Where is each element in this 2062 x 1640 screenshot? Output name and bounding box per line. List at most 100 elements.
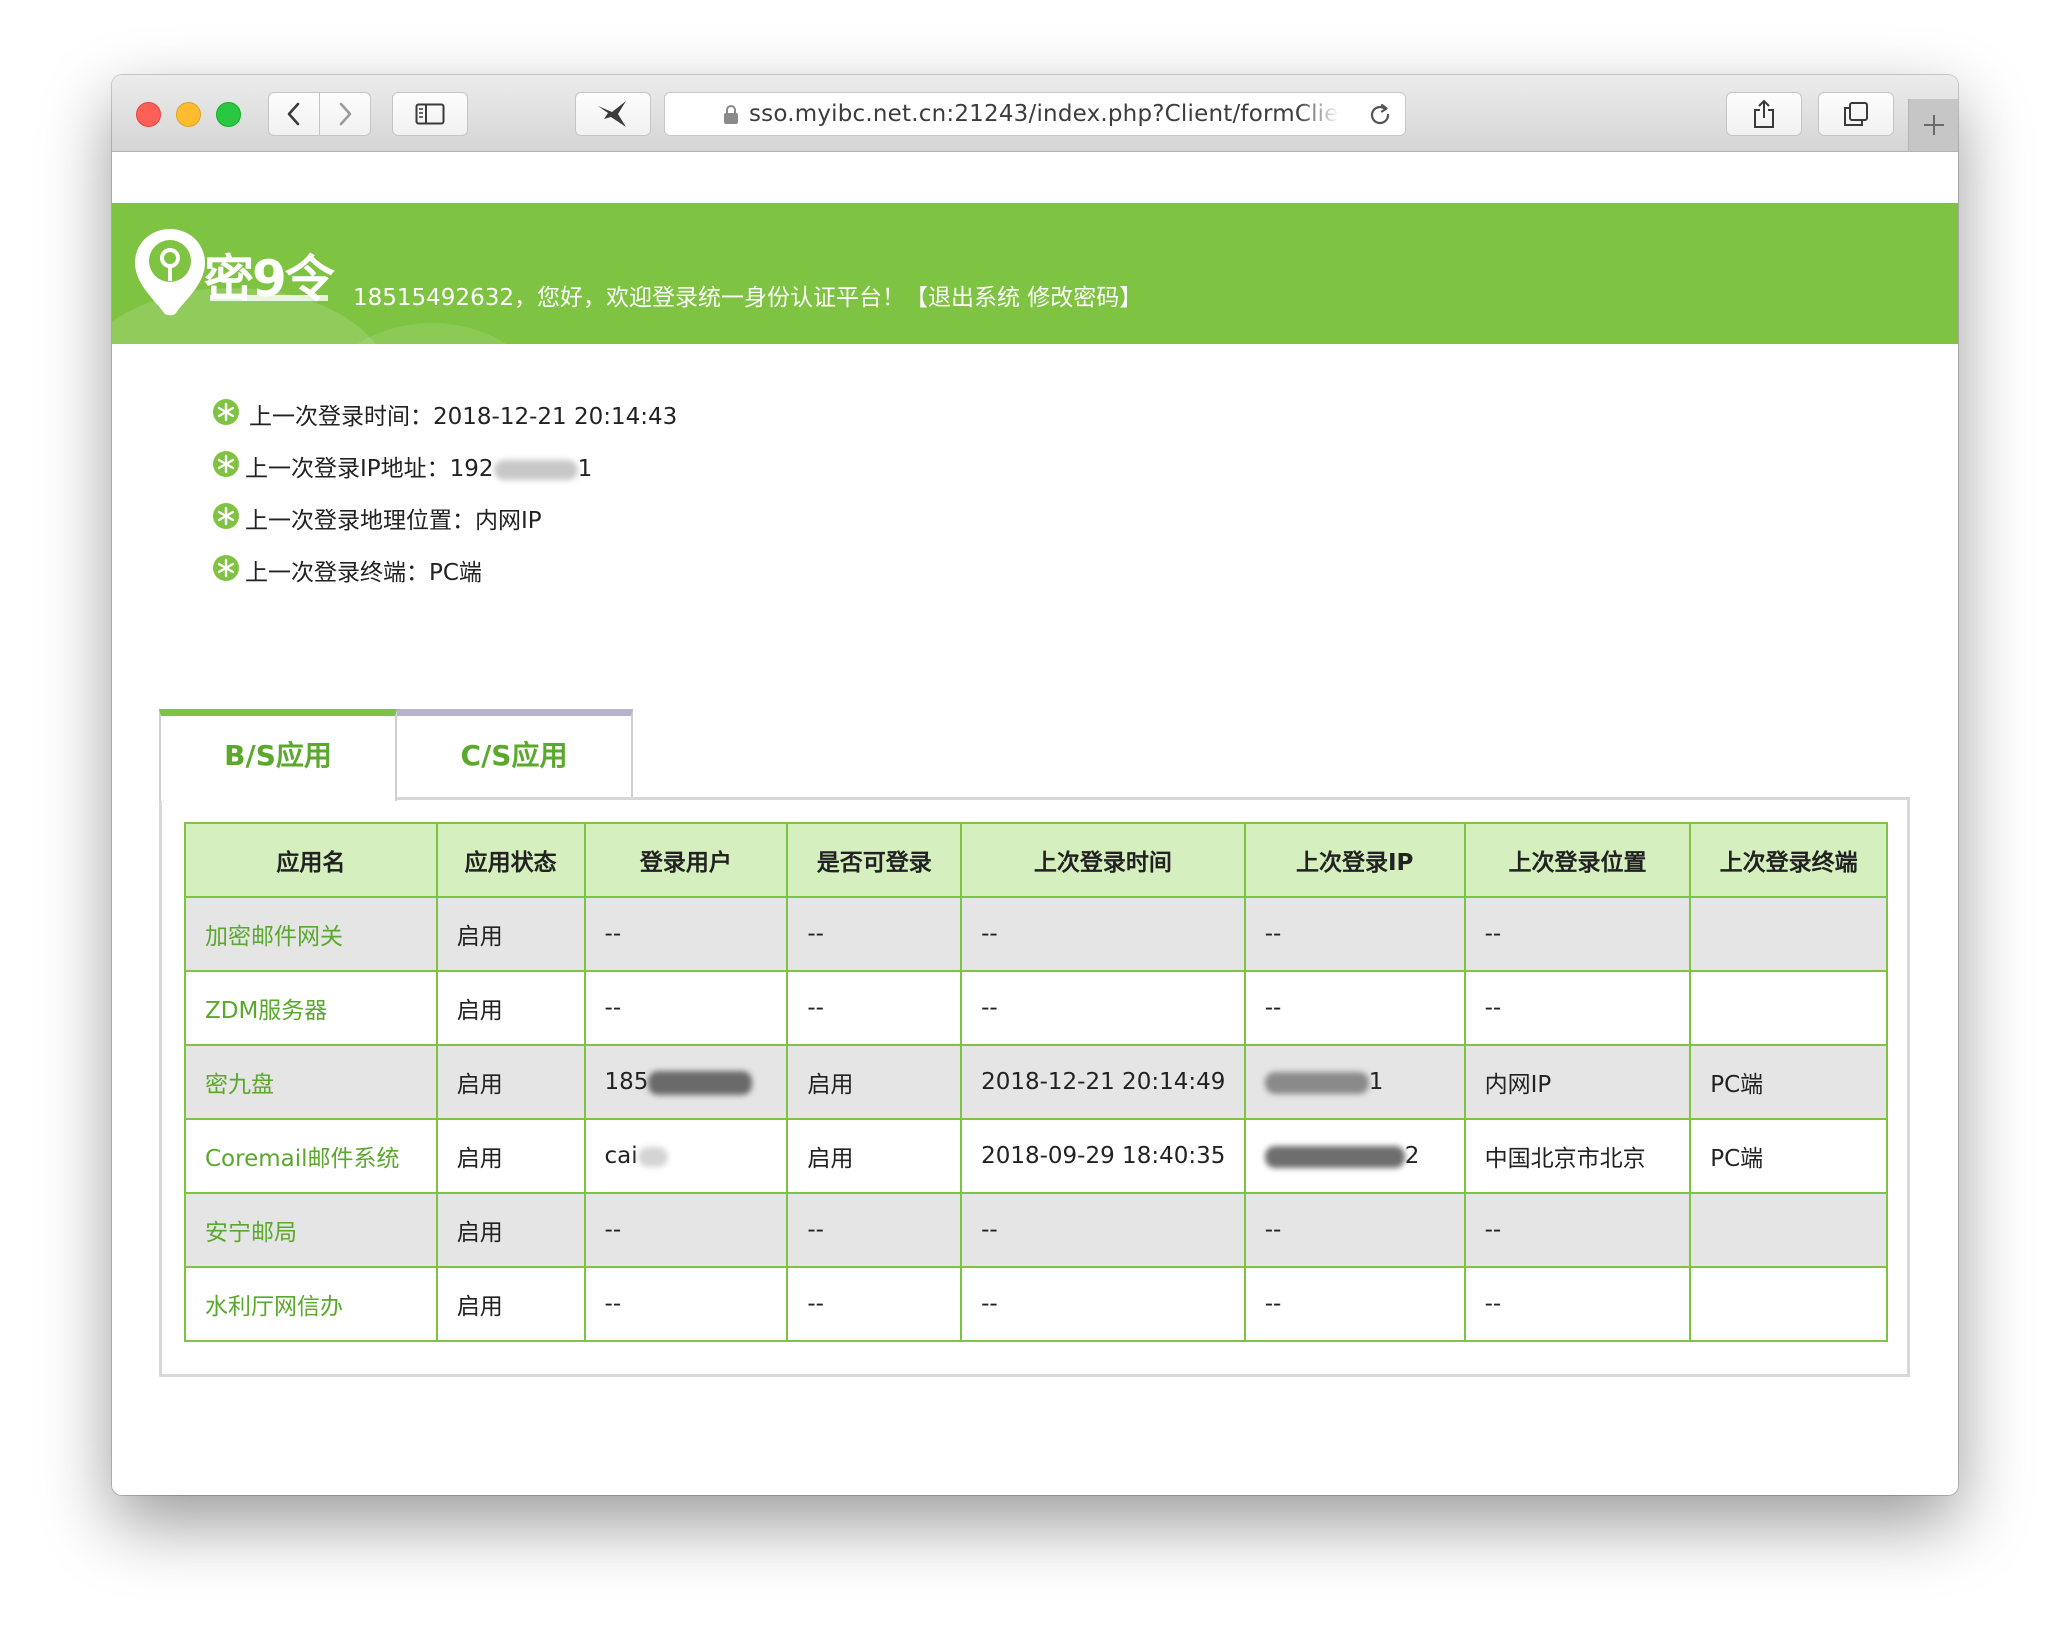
last-login-time-cell: --	[960, 1266, 1246, 1342]
info-text: 上一次登录IP地址：192 1	[245, 449, 592, 483]
info-label: 上一次登录终端：	[245, 560, 429, 586]
redacted-blur	[1264, 1071, 1369, 1094]
logo-underline	[210, 295, 328, 301]
chevron-left-icon	[287, 102, 300, 126]
tab-bs-apps[interactable]: B/S应用	[159, 709, 397, 801]
sidebar-button[interactable]	[392, 92, 468, 136]
zoom-window-button[interactable]	[216, 102, 241, 127]
welcome-message: 18515492632，您好，欢迎登录统一身份认证平台！【退出系统 修改密码】	[353, 278, 1142, 312]
address-bar[interactable]: sso.myibc.net.cn:21243/index.php?Client/…	[664, 92, 1406, 136]
page-content: 密9令 18515492632，您好，欢迎登录统一身份认证平台！【退出系统 修改…	[112, 152, 1958, 1495]
app-name-link[interactable]: 安宁邮局	[184, 1192, 438, 1268]
navigation-buttons	[268, 92, 372, 136]
login-user: --	[583, 970, 789, 1046]
last-login-location: 上一次登录地理位置：内网IP	[212, 499, 912, 535]
user-phone: 18515492632	[353, 285, 514, 311]
app-name-link[interactable]: Coremail邮件系统	[184, 1118, 438, 1194]
snowflake-bullet-icon	[213, 503, 239, 529]
redacted-blur	[648, 1070, 753, 1095]
app-name-link[interactable]: ZDM服务器	[184, 970, 438, 1046]
app-status: 启用	[435, 1192, 586, 1268]
redacted-blur	[1264, 1145, 1405, 1168]
forward-button[interactable]	[319, 92, 371, 136]
column-header: 应用状态	[435, 822, 586, 898]
browser-toolbar: sso.myibc.net.cn:21243/index.php?Client/…	[112, 75, 1958, 152]
table-row: 水利厅网信办 启用 -- -- -- -- --	[184, 1266, 1888, 1342]
bird-extension-icon	[598, 101, 626, 127]
last-login-terminal-cell	[1689, 896, 1888, 972]
app-status: 启用	[435, 1118, 586, 1194]
info-text: 上一次登录终端：PC端	[245, 553, 482, 587]
table-row: 加密邮件网关 启用 -- -- -- -- --	[184, 896, 1888, 972]
login-user-text: 185	[604, 1069, 649, 1095]
info-value: 2018-12-21 20:14:43	[433, 404, 678, 430]
app-name-link[interactable]: 加密邮件网关	[184, 896, 438, 972]
app-status: 启用	[435, 970, 586, 1046]
login-user: cai	[583, 1118, 789, 1194]
last-login-time-cell: --	[960, 970, 1246, 1046]
header-banner: 密9令 18515492632，您好，欢迎登录统一身份认证平台！【退出系统 修改…	[112, 203, 1958, 344]
logout-link[interactable]: 退出系统	[928, 285, 1020, 311]
last-login-terminal-cell: PC端	[1689, 1044, 1888, 1120]
last-login-ip-cell: --	[1243, 1266, 1466, 1342]
column-header: 应用名	[184, 822, 438, 898]
last-login-terminal: 上一次登录终端：PC端	[212, 551, 912, 587]
ip-text: 2	[1404, 1143, 1420, 1169]
lock-icon	[724, 105, 738, 124]
tabs-overview-button[interactable]	[1818, 92, 1894, 136]
last-login-ip: 上一次登录IP地址：192 1	[212, 447, 912, 483]
last-login-time: 上一次登录时间：2018-12-21 20:14:43	[212, 395, 912, 431]
last-login-location-cell: --	[1463, 1266, 1692, 1342]
login-user: --	[583, 1266, 789, 1342]
app-name-link[interactable]: 水利厅网信办	[184, 1266, 438, 1342]
app-status: 启用	[435, 896, 586, 972]
last-login-location-cell: --	[1463, 970, 1692, 1046]
tab-cs-apps[interactable]: C/S应用	[395, 709, 633, 799]
table-row: 安宁邮局 启用 -- -- -- -- --	[184, 1192, 1888, 1268]
app-name-link[interactable]: 密九盘	[184, 1044, 438, 1120]
info-label: 上一次登录IP地址：	[245, 456, 450, 482]
can-login: 启用	[786, 1118, 963, 1194]
column-header: 上次登录IP	[1243, 822, 1466, 898]
column-header: 上次登录终端	[1689, 822, 1888, 898]
app-status: 启用	[435, 1266, 586, 1342]
info-text: 上一次登录地理位置：内网IP	[245, 501, 542, 535]
info-text: 上一次登录时间：2018-12-21 20:14:43	[249, 397, 677, 431]
table-row: 密九盘 启用 185 启用 2018-12-21 20:14:49 1 内网IP…	[184, 1044, 1888, 1120]
sidebar-icon	[415, 103, 445, 125]
share-button[interactable]	[1726, 92, 1802, 136]
login-user: --	[583, 896, 789, 972]
back-button[interactable]	[268, 92, 320, 136]
logo-pin-icon	[135, 229, 205, 316]
bird-extension-button[interactable]	[575, 92, 651, 136]
apps-panel: 应用名 应用状态 登录用户 是否可登录 上次登录时间 上次登录IP 上次登录位置…	[159, 797, 1910, 1377]
last-login-ip-cell: --	[1243, 970, 1466, 1046]
last-login-ip-cell: 2	[1243, 1118, 1466, 1194]
last-login-time-cell: 2018-12-21 20:14:49	[960, 1044, 1246, 1120]
close-window-button[interactable]	[136, 102, 161, 127]
last-login-time-cell: --	[960, 1192, 1246, 1268]
last-login-location-cell: --	[1463, 1192, 1692, 1268]
last-login-location-cell: 内网IP	[1463, 1044, 1692, 1120]
app-status: 启用	[435, 1044, 586, 1120]
login-user-text: cai	[604, 1143, 638, 1169]
redacted-blur	[637, 1146, 668, 1167]
last-login-time-cell: --	[960, 896, 1246, 972]
can-login: 启用	[786, 1044, 963, 1120]
info-label: 上一次登录时间：	[249, 404, 433, 430]
column-header: 上次登录时间	[960, 822, 1246, 898]
info-value-suffix: 1	[577, 456, 593, 482]
login-user: --	[583, 1192, 789, 1268]
minimize-window-button[interactable]	[176, 102, 201, 127]
new-tab-button[interactable]	[1908, 99, 1958, 151]
ip-text: 1	[1368, 1069, 1384, 1095]
info-value: PC端	[429, 560, 482, 586]
reload-icon[interactable]	[1367, 102, 1393, 128]
logo: 密9令	[130, 225, 350, 325]
last-login-location-cell: 中国北京市北京	[1463, 1118, 1692, 1194]
plus-icon	[1923, 115, 1944, 135]
change-password-link[interactable]: 修改密码	[1027, 285, 1119, 311]
bracket-close: 】	[1119, 285, 1143, 311]
can-login: --	[786, 970, 963, 1046]
snowflake-bullet-icon	[213, 399, 239, 425]
